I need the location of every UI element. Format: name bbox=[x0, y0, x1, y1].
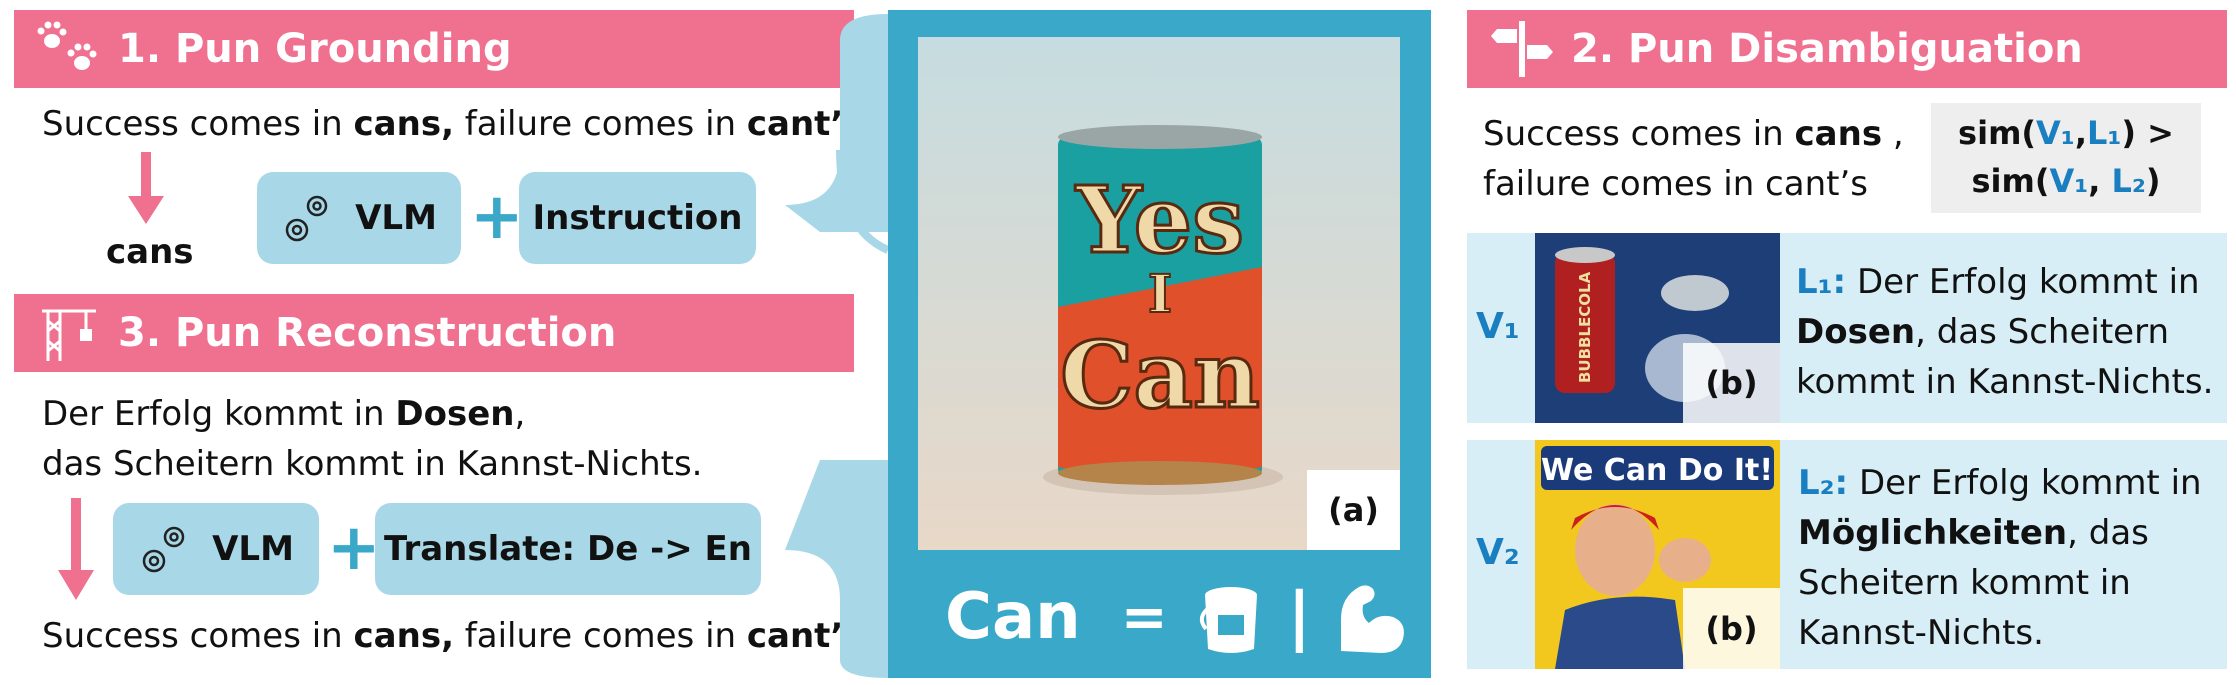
down-arrow-icon bbox=[58, 498, 94, 600]
v1-label: V₁ bbox=[1476, 306, 1520, 347]
v2-label: V₂ bbox=[1476, 532, 1520, 573]
text-part: failure comes in bbox=[454, 616, 747, 656]
gears-icon bbox=[142, 526, 185, 573]
grounding-sentence: Success comes in cans, failure comes in … bbox=[42, 100, 864, 148]
text-part: Der Erfolg kommt in bbox=[42, 394, 396, 434]
can-equation: Can = | bbox=[945, 575, 1409, 659]
text-part: Success comes in bbox=[42, 616, 354, 656]
l1-line-3: kommt in Kannst-Nichts. bbox=[1796, 362, 2214, 402]
soda-brand-text: BUBBLECOLA bbox=[1576, 271, 1594, 383]
text-part: sim( bbox=[1971, 162, 2050, 200]
image-label-b: (b) bbox=[1683, 588, 1780, 669]
down-arrow-icon bbox=[128, 152, 164, 224]
text-part: , bbox=[2088, 162, 2112, 200]
pun-disambiguation-title: 2. Pun Disambiguation bbox=[1571, 26, 2083, 72]
text-bold: Möglichkeiten bbox=[1798, 513, 2068, 553]
vlm-label: VLM bbox=[212, 529, 294, 569]
text-bold: cans, bbox=[353, 616, 454, 656]
v1-ref: V₁ bbox=[2036, 114, 2075, 152]
text-bold: Dosen bbox=[395, 394, 515, 434]
can-text-yes: Yes bbox=[1075, 166, 1244, 274]
l2-line-2: Möglichkeiten, das bbox=[1798, 508, 2202, 558]
can-text-i: I bbox=[1148, 264, 1172, 325]
disambiguation-line2: failure comes in cant’s bbox=[1483, 164, 1868, 204]
crane-icon bbox=[42, 309, 96, 361]
instruction-box: Instruction bbox=[519, 172, 756, 264]
v1-ref: V₁ bbox=[2049, 162, 2089, 200]
disambiguation-line1: Success comes in cans , bbox=[1483, 110, 1904, 158]
sim-line-2: sim(V₁, L₂) bbox=[1931, 157, 2201, 205]
text-part: , das Scheitern bbox=[1915, 312, 2170, 352]
pun-reconstruction-title: 3. Pun Reconstruction bbox=[118, 310, 617, 356]
equation-equals: = bbox=[1120, 584, 1168, 650]
text-part: failure comes in bbox=[454, 104, 747, 144]
equation-word: Can bbox=[945, 580, 1081, 654]
gears-icon bbox=[285, 195, 328, 242]
text-part: Der Erfolg kommt in bbox=[1848, 463, 2202, 503]
translate-box: Translate: De -> En bbox=[375, 503, 761, 595]
signpost-icon bbox=[1491, 21, 1553, 77]
text-part: , bbox=[514, 394, 526, 434]
l2-line-3: Scheitern kommt in bbox=[1798, 563, 2131, 603]
vlm-box: VLM bbox=[257, 172, 461, 264]
l1-line-1: L₁: Der Erfolg kommt in bbox=[1796, 257, 2213, 307]
text-part: Success comes in bbox=[1483, 114, 1795, 154]
text-bold: cans, bbox=[353, 104, 454, 144]
plus-sign: + bbox=[470, 180, 524, 254]
similarity-box: sim(V₁,L₁) > sim(V₁, L₂) bbox=[1931, 103, 2201, 213]
pun-grounding-title: 1. Pun Grounding bbox=[118, 26, 512, 72]
text-bold: cans bbox=[1794, 114, 1883, 154]
l2-line-4: Kannst-Nichts. bbox=[1798, 613, 2044, 653]
pun-disambiguation-header: 2. Pun Disambiguation bbox=[1467, 10, 2227, 88]
l2-text: L₂: Der Erfolg kommt in Möglichkeiten, d… bbox=[1798, 458, 2202, 658]
l2-ref: L₂ bbox=[2111, 162, 2146, 200]
flexed-bicep-icon bbox=[1341, 585, 1404, 653]
plus-sign: + bbox=[327, 511, 381, 585]
poster-text: We Can Do It! bbox=[1541, 453, 1773, 488]
text-part: Der Erfolg kommt in bbox=[1846, 262, 2200, 302]
pun-reconstruction-header: 3. Pun Reconstruction bbox=[14, 294, 854, 372]
text-part: sim( bbox=[1958, 114, 2037, 152]
can-text-can: Can bbox=[1060, 321, 1260, 429]
image-label-b: (b) bbox=[1683, 343, 1780, 423]
l1-line-2: Dosen, das Scheitern bbox=[1796, 307, 2213, 357]
connector-curves bbox=[785, 14, 890, 678]
vlm-box: VLM bbox=[113, 503, 319, 595]
l1-key: L₁: bbox=[1796, 262, 1847, 302]
text-part: , bbox=[2074, 114, 2087, 152]
l2-key: L₂: bbox=[1798, 463, 1849, 503]
text-part: , bbox=[1882, 114, 1904, 154]
image-label-a: (a) bbox=[1307, 470, 1400, 550]
l2-line-1: L₂: Der Erfolg kommt in bbox=[1798, 458, 2202, 508]
text-part: ) > bbox=[2121, 114, 2174, 152]
text-bold: Dosen bbox=[1796, 312, 1916, 352]
pun-grounding-header: 1. Pun Grounding bbox=[14, 10, 854, 88]
l1-text: L₁: Der Erfolg kommt in Dosen, das Schei… bbox=[1796, 257, 2213, 407]
text-part: , das bbox=[2067, 513, 2149, 553]
sim-line-1: sim(V₁,L₁) > bbox=[1931, 109, 2201, 157]
reconstruction-line1: Der Erfolg kommt in Dosen, bbox=[42, 390, 525, 438]
reconstruction-output: Success comes in cans, failure comes in … bbox=[42, 612, 864, 660]
paw-prints-icon bbox=[37, 21, 97, 70]
text-part: ) bbox=[2145, 162, 2161, 200]
reconstruction-line2: das Scheitern kommt in Kannst-Nichts. bbox=[42, 444, 703, 484]
text-part: Success comes in bbox=[42, 104, 354, 144]
grounding-output: cans bbox=[106, 232, 194, 272]
paint-bucket-icon bbox=[1199, 587, 1257, 653]
equation-bar: | bbox=[1287, 580, 1312, 654]
vlm-label: VLM bbox=[355, 198, 437, 238]
l1-ref: L₁ bbox=[2086, 114, 2122, 152]
